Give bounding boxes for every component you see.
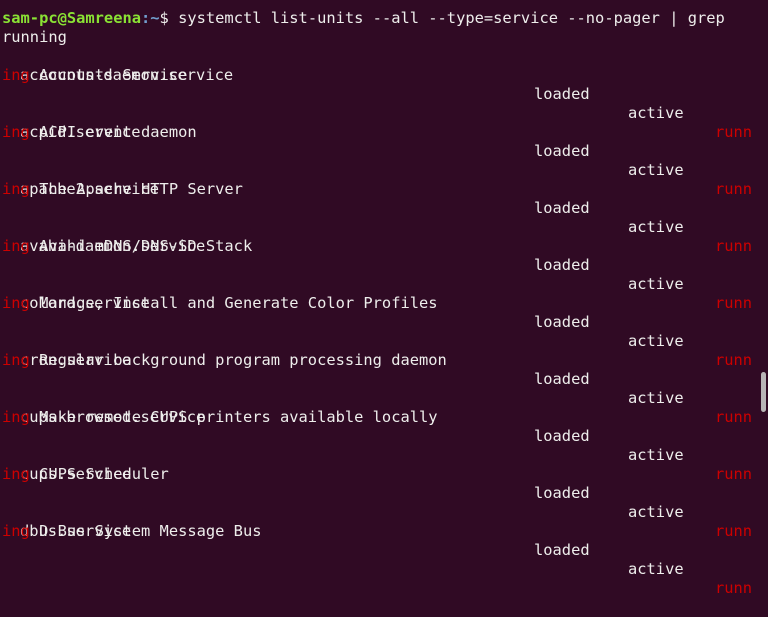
description-row: ing The Apache HTTP Server xyxy=(2,180,768,199)
sub-state-wrap: ing xyxy=(2,180,30,198)
description-row: ing Make remote CUPS printers available … xyxy=(2,408,768,427)
service-description: Accounts Service xyxy=(39,66,188,84)
command-line: sam-pc@Samreena:~$ systemctl list-units … xyxy=(2,9,768,28)
active-state: active xyxy=(628,560,684,578)
service-list: accounts-daemon.service loaded active ru… xyxy=(2,47,768,597)
service-description: Manage, Install and Generate Color Profi… xyxy=(39,294,438,312)
service-entry: cups-browsed.service loaded active runn … xyxy=(2,389,768,483)
service-entry: cups.service loaded active runn ing CUPS… xyxy=(2,446,768,540)
load-state: loaded xyxy=(534,199,590,217)
service-description: The Apache HTTP Server xyxy=(39,180,243,198)
service-row: apache2.service loaded active runn xyxy=(2,161,768,255)
service-entry: dbus.service loaded active runn ing D-Bu… xyxy=(2,503,768,597)
description-row: ing Avahi mDNS/DNS-SD Stack xyxy=(2,237,768,256)
service-description: Avahi mDNS/DNS-SD Stack xyxy=(39,237,253,255)
service-description: D-Bus System Message Bus xyxy=(39,522,262,540)
service-row: avahi-daemon.service loaded active runn xyxy=(2,218,768,312)
service-entry: apache2.service loaded active runn ing T… xyxy=(2,161,768,255)
service-row: acpid.service loaded active runn xyxy=(2,104,768,198)
service-entry: acpid.service loaded active runn ing ACP… xyxy=(2,104,768,198)
load-state: loaded xyxy=(534,256,590,274)
load-state: loaded xyxy=(534,484,590,502)
sub-state-wrap: ing xyxy=(2,522,30,540)
service-row: cups-browsed.service loaded active runn xyxy=(2,389,768,483)
description-row: ing D-Bus System Message Bus xyxy=(2,522,768,541)
sub-state-wrap: ing xyxy=(2,351,30,369)
service-row: cron.service loaded active runn xyxy=(2,332,768,426)
service-entry: accounts-daemon.service loaded active ru… xyxy=(2,47,768,141)
service-description: Regular background program processing da… xyxy=(39,351,447,369)
command-wrap: running xyxy=(2,28,67,46)
sub-state-wrap: ing xyxy=(2,123,30,141)
prompt-symbol: $ xyxy=(159,9,179,27)
load-state: loaded xyxy=(534,85,590,103)
prompt-user-host: sam-pc@Samreena xyxy=(2,9,141,27)
service-description: CUPS Scheduler xyxy=(39,465,169,483)
prompt-path: :~ xyxy=(141,9,160,27)
scrollbar-thumb[interactable] xyxy=(761,372,766,412)
load-state: loaded xyxy=(534,370,590,388)
previous-line xyxy=(2,0,768,9)
load-state: loaded xyxy=(534,142,590,160)
description-row: ing Manage, Install and Generate Color P… xyxy=(2,294,768,313)
description-row: ing ACPI event daemon xyxy=(2,123,768,142)
description-row: ing Regular background program processin… xyxy=(2,351,768,370)
terminal-output[interactable]: sam-pc@Samreena:~$ systemctl list-units … xyxy=(2,0,768,597)
sub-state: runn xyxy=(715,579,753,597)
sub-state-wrap: ing xyxy=(2,237,30,255)
service-description: ACPI event daemon xyxy=(39,123,197,141)
load-state: loaded xyxy=(534,427,590,445)
sub-state-wrap: ing xyxy=(2,408,30,426)
load-state: loaded xyxy=(534,313,590,331)
description-row: ing Accounts Service xyxy=(2,66,768,85)
description-row: ing CUPS Scheduler xyxy=(2,465,768,484)
service-row: colord.service loaded active runn xyxy=(2,275,768,369)
service-row: cups.service loaded active runn xyxy=(2,446,768,540)
command-text: systemctl list-units --all --type=servic… xyxy=(178,9,725,27)
load-state: loaded xyxy=(534,541,590,559)
sub-state-wrap: ing xyxy=(2,294,30,312)
service-description: Make remote CUPS printers available loca… xyxy=(39,408,438,426)
sub-state-wrap: ing xyxy=(2,66,30,84)
service-row: accounts-daemon.service loaded active ru… xyxy=(2,47,768,141)
service-row: dbus.service loaded active runn xyxy=(2,503,768,597)
service-entry: avahi-daemon.service loaded active runn … xyxy=(2,218,768,312)
service-entry: cron.service loaded active runn ing Regu… xyxy=(2,332,768,426)
service-entry: colord.service loaded active runn ing Ma… xyxy=(2,275,768,369)
sub-state-wrap: ing xyxy=(2,465,30,483)
